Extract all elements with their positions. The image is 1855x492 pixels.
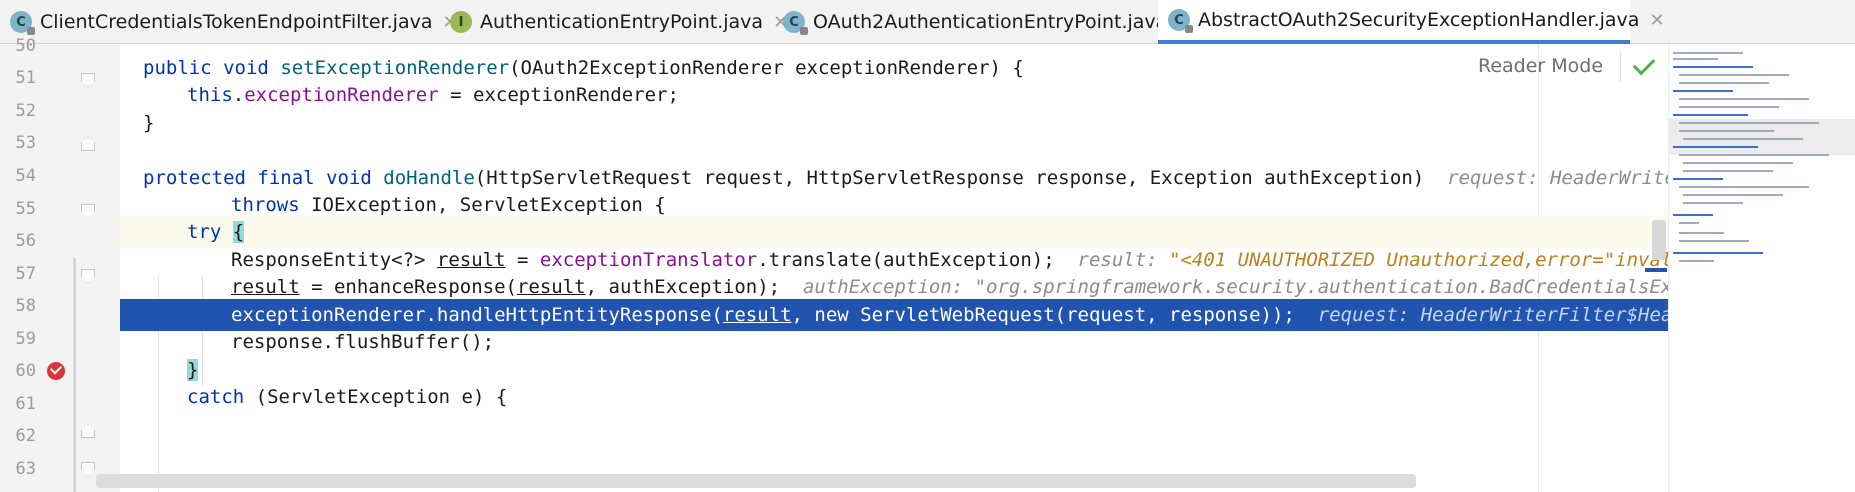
minimap-line xyxy=(1679,82,1769,84)
line-number: 50 xyxy=(15,36,36,56)
tab-label: OAuth2AuthenticationEntryPoint.java xyxy=(813,11,1168,33)
line-number: 57 xyxy=(15,264,36,284)
minimap-line xyxy=(1673,252,1763,254)
code-minimap[interactable] xyxy=(1668,44,1855,492)
reader-mode-button[interactable]: Reader Mode xyxy=(1478,55,1603,77)
interface-icon: I xyxy=(450,11,472,33)
class-icon: C xyxy=(10,11,35,35)
minimap-line xyxy=(1679,222,1699,224)
tab-label: AbstractOAuth2SecurityExceptionHandler.j… xyxy=(1198,9,1640,31)
minimap-line xyxy=(1673,66,1753,68)
minimap-line xyxy=(1679,232,1724,234)
fold-collapse-icon[interactable] xyxy=(81,73,95,87)
code-line: } xyxy=(143,112,155,134)
divider xyxy=(1620,52,1621,82)
line-number: 52 xyxy=(15,101,36,121)
class-icon: C xyxy=(783,11,808,35)
minimap-line xyxy=(1679,122,1819,124)
minimap-viewport[interactable] xyxy=(1669,119,1855,155)
tab-label: ClientCredentialsTokenEndpointFilter.jav… xyxy=(40,11,433,33)
minimap-line xyxy=(1673,52,1743,54)
line-number: 56 xyxy=(15,231,36,251)
minimap-line xyxy=(1683,138,1803,140)
fold-expand-icon[interactable] xyxy=(81,424,95,438)
vertical-scrollbar[interactable] xyxy=(1652,220,1666,260)
code-editor[interactable]: public void setExceptionRenderer(OAuth2E… xyxy=(120,44,1668,492)
line-number: 62 xyxy=(15,426,36,446)
minimap-line xyxy=(1673,146,1758,148)
minimap-line xyxy=(1683,170,1773,172)
inline-debug-hint: authException: "org.springframework.secu… xyxy=(802,276,1668,298)
minimap-line xyxy=(1673,178,1723,180)
minimap-line xyxy=(1683,162,1793,164)
tab-label: AuthenticationEntryPoint.java xyxy=(480,11,764,33)
tab-oauth2-authentication-entry-point[interactable]: C OAuth2AuthenticationEntryPoint.java ✕ xyxy=(773,0,1192,44)
fold-expand-icon[interactable] xyxy=(81,137,95,151)
minimap-line xyxy=(1679,74,1789,76)
minimap-line xyxy=(1679,240,1749,242)
minimap-line xyxy=(1673,58,1718,60)
minimap-line xyxy=(1683,194,1783,196)
minimap-line xyxy=(1679,186,1809,188)
fold-collapse-icon[interactable] xyxy=(81,204,95,218)
inline-debug-hint: result: "<401 UNAUTHORIZED Unauthorized,… xyxy=(1077,249,1668,271)
breakpoint-icon[interactable] xyxy=(47,362,65,380)
editor-tab-bar: C ClientCredentialsTokenEndpointFilter.j… xyxy=(0,0,1855,44)
line-number: 58 xyxy=(15,296,36,316)
line-number: 59 xyxy=(15,329,36,349)
editor-gutter[interactable]: 50 51 52 53 54 55 56 57 58 59 60 61 62 6… xyxy=(0,36,120,492)
line-number: 53 xyxy=(15,133,36,153)
line-number: 51 xyxy=(15,68,36,88)
minimap-line xyxy=(1683,202,1743,204)
line-number: 54 xyxy=(15,166,36,186)
minimap-line xyxy=(1679,98,1809,100)
close-icon[interactable]: ✕ xyxy=(1649,10,1664,31)
tab-abstract-oauth2-security-exception-handler[interactable]: C AbstractOAuth2SecurityExceptionHandler… xyxy=(1158,0,1665,44)
code-line: catch (ServletException e) { xyxy=(187,386,508,408)
minimap-line xyxy=(1679,106,1779,108)
tab-client-credentials-filter[interactable]: C ClientCredentialsTokenEndpointFilter.j… xyxy=(0,0,458,44)
line-number: 55 xyxy=(15,199,36,219)
line-number: 60 xyxy=(15,361,36,381)
tab-authentication-entry-point[interactable]: I AuthenticationEntryPoint.java ✕ xyxy=(440,0,788,44)
horizontal-scrollbar[interactable] xyxy=(96,474,1416,488)
fold-collapse-icon[interactable] xyxy=(81,462,95,476)
fold-collapse-icon[interactable] xyxy=(81,269,95,283)
change-marker xyxy=(73,258,76,492)
inline-debug-hint: request: HeaderWriterFilter$HeaderWr xyxy=(1317,304,1668,326)
class-icon: C xyxy=(1168,9,1193,33)
minimap-line xyxy=(1673,214,1713,216)
line-number: 61 xyxy=(15,394,36,414)
minimap-line xyxy=(1679,260,1714,262)
minimap-line xyxy=(1673,90,1733,92)
minimap-line xyxy=(1673,114,1748,116)
line-number: 63 xyxy=(15,459,36,479)
minimap-line xyxy=(1679,130,1774,132)
minimap-line xyxy=(1679,154,1829,156)
inline-debug-hint: request: HeaderWriterFilt xyxy=(1447,167,1668,189)
execution-line-marker xyxy=(1645,268,1667,272)
